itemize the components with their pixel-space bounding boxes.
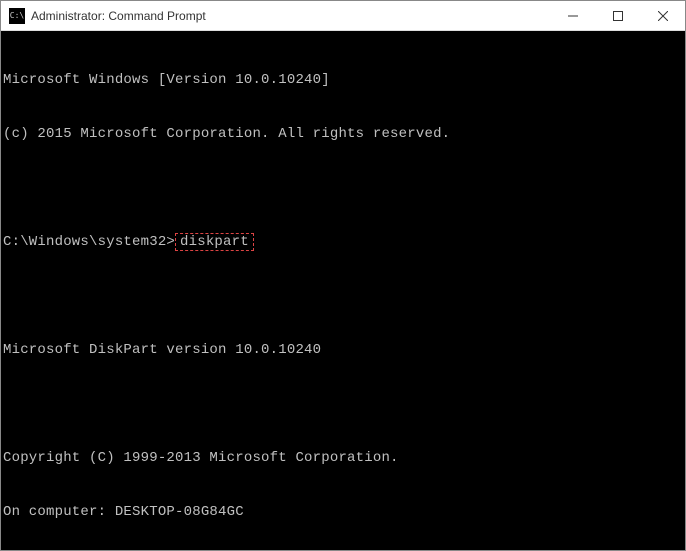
- output-line: Copyright (C) 1999-2013 Microsoft Corpor…: [3, 449, 683, 467]
- window-title: Administrator: Command Prompt: [31, 9, 550, 23]
- output-line: Microsoft Windows [Version 10.0.10240]: [3, 71, 683, 89]
- output-line: On computer: DESKTOP-08G84GC: [3, 503, 683, 521]
- output-line: Microsoft DiskPart version 10.0.10240: [3, 341, 683, 359]
- command-prompt-window: C:\ Administrator: Command Prompt Micros…: [0, 0, 686, 551]
- cmd-app-icon: C:\: [9, 8, 25, 24]
- terminal-body[interactable]: Microsoft Windows [Version 10.0.10240] (…: [1, 31, 685, 550]
- window-controls: [550, 1, 685, 30]
- output-line: (c) 2015 Microsoft Corporation. All righ…: [3, 125, 683, 143]
- maximize-button[interactable]: [595, 1, 640, 30]
- command-diskpart: diskpart: [175, 233, 254, 251]
- prompt-path: C:\Windows\system32>: [3, 234, 175, 250]
- prompt-line: C:\Windows\system32>diskpart: [3, 233, 683, 251]
- minimize-button[interactable]: [550, 1, 595, 30]
- close-button[interactable]: [640, 1, 685, 30]
- titlebar[interactable]: C:\ Administrator: Command Prompt: [1, 1, 685, 31]
